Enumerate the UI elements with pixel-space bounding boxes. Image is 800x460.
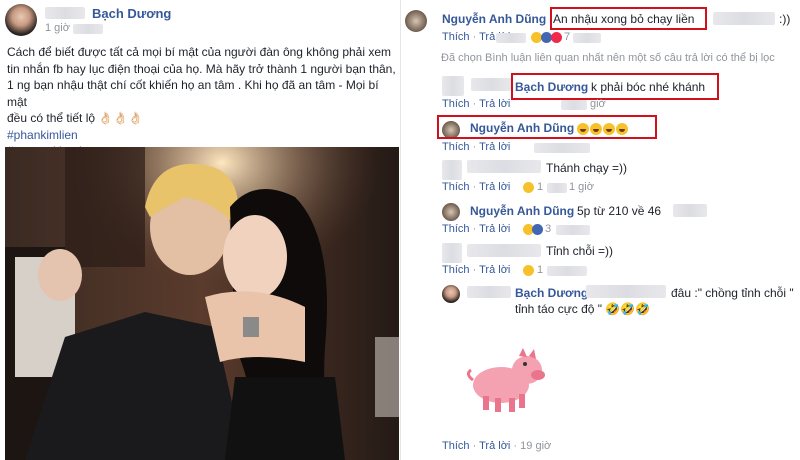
commenter-avatar[interactable]: [405, 10, 427, 32]
hashtag-link[interactable]: #phankimlien: [7, 127, 397, 144]
like-link[interactable]: Thích: [442, 141, 470, 153]
commenter-avatar-blurred[interactable]: [442, 160, 462, 180]
commenter-avatar[interactable]: [442, 285, 460, 303]
reaction-count: 1: [537, 181, 544, 193]
love-reaction-icon: [551, 32, 562, 43]
like-link[interactable]: Thích: [442, 223, 470, 235]
blurred-meta: [496, 33, 526, 43]
post-text-line: tin nhắn fb hay lục điện thoại của họ. M…: [7, 61, 396, 76]
filter-notice: Đã chọn Bình luận liên quan nhất nên một…: [441, 52, 775, 64]
laugh-reaction-icon: [523, 182, 534, 193]
blurred-name: [45, 7, 85, 19]
blurred-meta: [534, 143, 590, 153]
sad-reaction-icon: [532, 224, 543, 235]
comment-text-tail: :)): [779, 12, 791, 26]
comment-time[interactable]: 1 giờ: [569, 181, 594, 193]
blurred-meta: [561, 100, 587, 110]
like-link[interactable]: Thích: [442, 98, 470, 110]
comment-text: Thánh chạy =)): [546, 161, 628, 175]
blurred-privacy: [73, 24, 103, 34]
post-time[interactable]: 1 giờ: [45, 22, 70, 34]
comment-actions: Thích · Trả lời · 19 giờ: [442, 440, 552, 452]
commenter-avatar[interactable]: [442, 203, 460, 221]
post-photo[interactable]: [5, 147, 399, 460]
comment-actions: Thích · Trả lời: [442, 98, 511, 110]
commenter-avatar-blurred[interactable]: [442, 76, 464, 96]
comment-actions: Thích · Trả lời: [442, 223, 511, 235]
like-link[interactable]: Thích: [442, 181, 470, 193]
blurred-meta: [547, 266, 587, 276]
post-text-line: đều có thể tiết lộ 👌🏻👌🏻👌🏻: [7, 111, 144, 125]
reply-link[interactable]: Trả lời: [479, 141, 510, 153]
blurred-name: [467, 244, 541, 257]
comment-author[interactable]: Nguyễn Anh Dũng: [442, 12, 546, 26]
reply-link[interactable]: Trả lời: [479, 98, 510, 110]
comment-time[interactable]: 19 giờ: [520, 440, 551, 452]
reply-link[interactable]: Trả lời: [479, 264, 510, 276]
reply-link[interactable]: Trả lời: [479, 440, 510, 452]
like-link[interactable]: Thích: [442, 31, 470, 43]
blurred-name: [467, 160, 541, 173]
reaction-count: 7: [564, 31, 571, 43]
comment-text: Tỉnh chỗi =)): [546, 244, 614, 258]
blurred-meta: [556, 225, 590, 235]
highlight-box: [550, 7, 707, 30]
comment-actions: Thích · Trả lời: [442, 181, 511, 193]
couple-photo: [5, 147, 399, 460]
like-link[interactable]: Thích: [442, 440, 470, 452]
reply-link[interactable]: Trả lời: [479, 223, 510, 235]
comment-text: tỉnh táo cực độ " 🤣🤣🤣: [515, 302, 651, 316]
blurred-meta: [547, 183, 567, 193]
blurred-text: [586, 285, 666, 298]
comment-actions: Thích · Trả lời: [442, 141, 511, 153]
blurred-name: [467, 286, 511, 298]
facebook-post: Bạch Dương 1 giờ Cách để biết được tất c…: [0, 0, 400, 460]
comment-time[interactable]: giờ: [590, 98, 606, 110]
blurred-text: [673, 204, 707, 217]
comment-text: 5p từ 210 về 46: [577, 204, 662, 218]
pig-sticker-icon: [466, 348, 545, 412]
laugh-reaction-icon: [523, 265, 534, 276]
comment-author[interactable]: Nguyễn Anh Dũng: [470, 204, 574, 218]
highlight-box: [511, 73, 719, 100]
reply-link[interactable]: Trả lời: [479, 181, 510, 193]
comment-text: đâu :" chồng tỉnh chỗi ": [671, 286, 794, 300]
post-text: Cách để biết được tất cả mọi bí mật của …: [7, 44, 397, 160]
author-avatar[interactable]: [5, 4, 37, 36]
post-author[interactable]: Bạch Dương: [92, 6, 171, 21]
commenter-avatar-blurred[interactable]: [442, 243, 462, 263]
blurred-meta: [573, 33, 601, 43]
blurred-text: [713, 12, 775, 25]
post-text-line: Cách để biết được tất cả mọi bí mật của …: [7, 45, 392, 59]
like-link[interactable]: Thích: [442, 264, 470, 276]
reaction-count: 3: [545, 223, 552, 235]
comments-panel: Nguyễn Anh Dũng An nhậu xong bỏ chạy liề…: [400, 0, 800, 460]
comment-image[interactable]: [461, 330, 551, 420]
blurred-name: [471, 78, 511, 91]
reaction-count: 1: [537, 264, 544, 276]
comment-actions: Thích · Trả lời: [442, 264, 511, 276]
comment-author[interactable]: Bạch Dương: [515, 286, 588, 300]
highlight-box: [437, 115, 657, 139]
post-text-line: 1 ng bạn nhậu thật chí cốt khiến họ an t…: [7, 78, 379, 109]
